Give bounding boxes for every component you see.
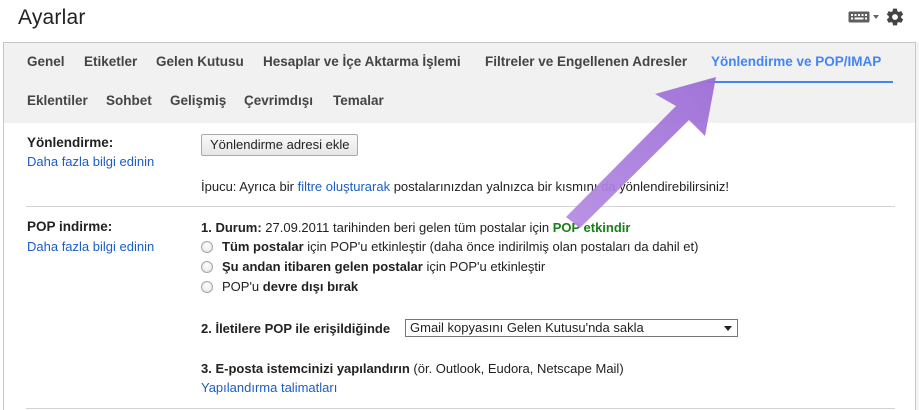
pop-access-select[interactable]: Gmail kopyasını Gelen Kutusu'nda sakla xyxy=(405,319,738,337)
page-title: Ayarlar xyxy=(18,6,86,29)
pop-status: 1. Durum: 27.09.2011 tarihinden beri gel… xyxy=(201,220,630,235)
tab-labels[interactable]: Etiketler xyxy=(84,43,137,83)
pop-learn-more-link[interactable]: Daha fazla bilgi edinin xyxy=(27,239,154,254)
pop-all-mail-bold: Tüm postalar xyxy=(222,239,304,254)
pop-access-label-text: 2. İletilere POP ile erişildiğinde xyxy=(201,321,391,336)
gear-icon[interactable] xyxy=(885,7,905,27)
settings-tabs: Genel Etiketler Gelen Kutusu Hesaplar ve… xyxy=(4,43,915,123)
header-tools xyxy=(848,7,905,27)
status-badge: POP etkindir xyxy=(552,220,631,235)
section-divider xyxy=(26,206,895,207)
tab-general[interactable]: Genel xyxy=(27,43,65,83)
forwarding-learn-more-link[interactable]: Daha fazla bilgi edinin xyxy=(27,154,154,169)
forwarding-tip: İpucu: Ayrıca bir filtre oluşturarak pos… xyxy=(201,179,729,194)
pop-all-mail-label[interactable]: Tüm postalar için POP'u etkinleştir (dah… xyxy=(222,239,698,254)
pop-disable-bold: devre dışı bırak xyxy=(262,279,359,294)
pop-from-now-radio[interactable] xyxy=(201,261,213,273)
pop-from-now-rest: için POP'u etkinleştir xyxy=(422,259,546,274)
pop-all-mail-rest: için POP'u etkinleştir (daha önce indiri… xyxy=(303,239,699,254)
settings-header: Ayarlar xyxy=(0,0,919,42)
tip-prefix: İpucu: Ayrıca bir xyxy=(201,179,298,194)
tip-suffix: postalarınızdan yalnızca bir kısmını da … xyxy=(390,179,729,194)
settings-panel: Genel Etiketler Gelen Kutusu Hesaplar ve… xyxy=(3,42,916,410)
tab-accounts-import[interactable]: Hesaplar ve İçe Aktarma İşlemi xyxy=(263,43,461,83)
tab-advanced[interactable]: Gelişmiş xyxy=(170,82,226,122)
pop-disable-label[interactable]: POP'u devre dışı bırak xyxy=(222,279,358,294)
tab-offline[interactable]: Çevrimdışı xyxy=(244,82,313,122)
configuration-instructions-link[interactable]: Yapılandırma talimatları xyxy=(201,380,337,395)
section-divider-bottom xyxy=(26,408,895,409)
pop-access-label: 2. İletilere POP ile erişildiğinde xyxy=(201,321,390,336)
tab-forwarding-pop-imap[interactable]: Yönlendirme ve POP/IMAP xyxy=(707,43,893,83)
pop-from-now-bold: Şu andan itibaren gelen postalar xyxy=(222,259,423,274)
configure-client: 3. E-posta istemcinizi yapılandırın (ör.… xyxy=(201,361,624,376)
pop-disable-radio[interactable] xyxy=(201,281,213,293)
tab-inbox[interactable]: Gelen Kutusu xyxy=(156,43,244,83)
pop-from-now-label[interactable]: Şu andan itibaren gelen postalar için PO… xyxy=(222,259,545,274)
configure-text: (ör. Outlook, Eudora, Netscape Mail) xyxy=(409,361,624,376)
chevron-down-icon xyxy=(873,15,879,19)
forwarding-section-title: Yönlendirme: xyxy=(27,135,114,150)
status-text: 27.09.2011 tarihinden beri gelen tüm pos… xyxy=(261,220,553,235)
status-label: 1. Durum: xyxy=(201,220,262,235)
configure-label: 3. E-posta istemcinizi yapılandırın xyxy=(201,361,410,376)
tab-addons[interactable]: Eklentiler xyxy=(27,82,88,122)
create-filter-link[interactable]: filtre oluşturarak xyxy=(298,179,390,194)
pop-section-title: POP indirme: xyxy=(27,219,113,234)
input-tools-button[interactable] xyxy=(848,10,879,24)
tab-themes[interactable]: Temalar xyxy=(333,82,384,122)
pop-access-select-value: Gmail kopyasını Gelen Kutusu'nda sakla xyxy=(410,320,644,335)
pop-disable-pre: POP'u xyxy=(222,279,263,294)
tab-filters-blocked[interactable]: Filtreler ve Engellenen Adresler xyxy=(485,43,687,83)
dropdown-arrow-icon xyxy=(724,326,732,331)
keyboard-icon xyxy=(848,11,870,23)
add-forwarding-address-button[interactable]: Yönlendirme adresi ekle xyxy=(201,134,359,156)
tab-chat[interactable]: Sohbet xyxy=(106,82,152,122)
pop-all-mail-radio[interactable] xyxy=(201,241,213,253)
